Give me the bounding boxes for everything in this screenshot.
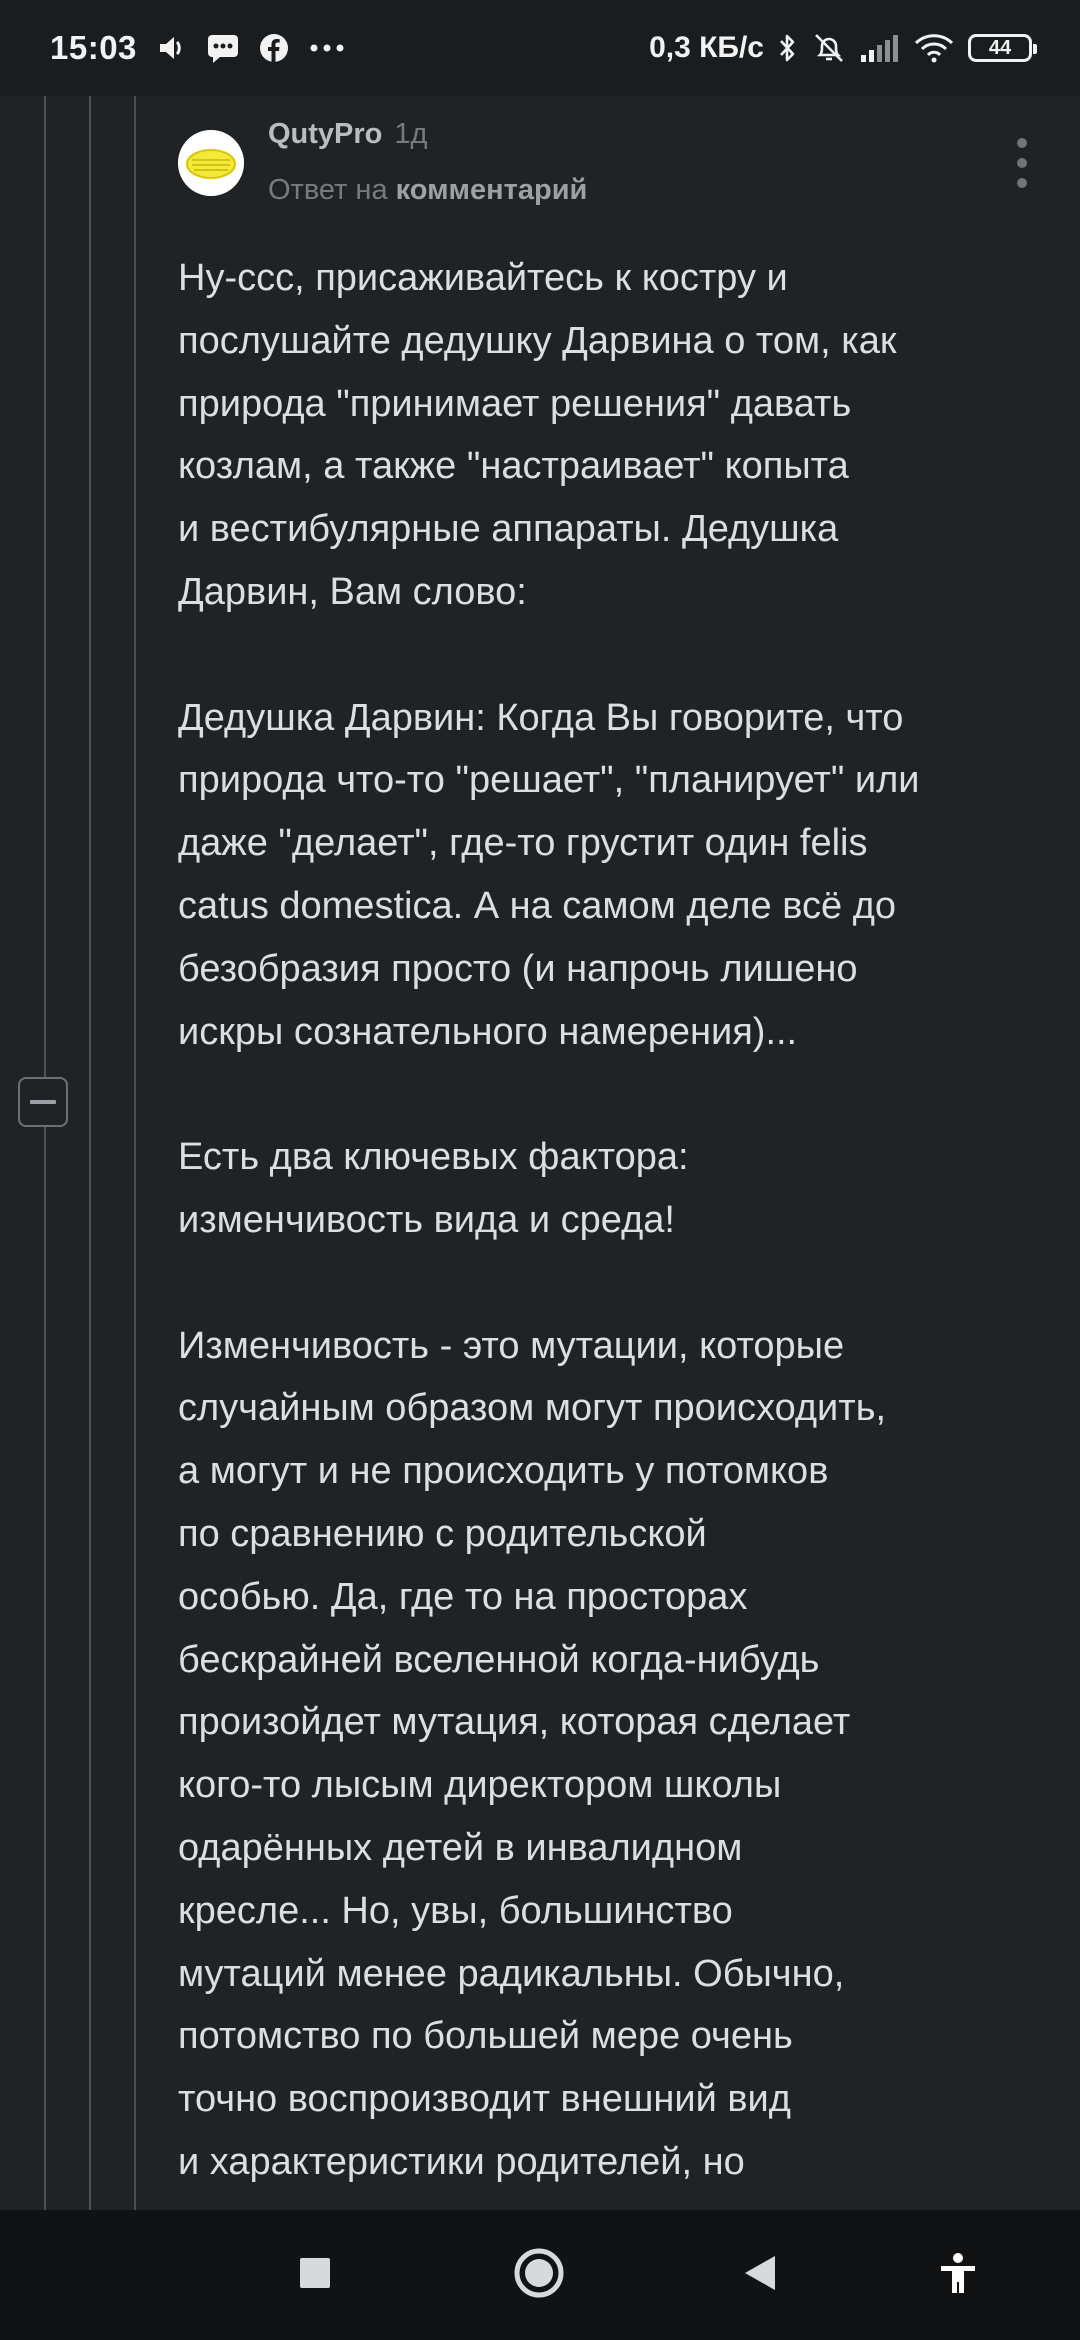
comment-text-line: даже "делает", где-то грустит один felis [178, 822, 868, 865]
comment-text-line: и вестибулярные аппараты. Дедушка [178, 508, 839, 551]
back-triangle-icon [742, 2254, 778, 2297]
comment-paragraph: Изменчивость - это мутации, которые случа… [178, 1315, 1058, 2194]
comment-text-line: кого-то лысым директором школы [178, 1764, 782, 1807]
thread-line[interactable] [89, 96, 91, 2210]
comment-text-line: Дарвин, Вам слово: [178, 570, 527, 613]
comment-paragraph: Ну-ссс, присаживайтесь к костру и послуша… [178, 247, 1058, 624]
battery-level: 44 [988, 36, 1012, 59]
comment-text-line: Изменчивость - это мутации, которые [178, 1324, 845, 1367]
collapse-thread-button[interactable] [18, 1077, 68, 1127]
comment-text-line: искры сознательного намерения)... [178, 1010, 798, 1053]
comment-text-line: козлам, а также "настраивает" копыта [178, 445, 849, 488]
recents-button[interactable] [255, 2210, 375, 2340]
comment-paragraph: Есть два ключевых фактора: изменчивость в… [178, 1126, 1058, 1252]
thread-line[interactable] [134, 96, 136, 2210]
comment-text-line: случайным образом могут происходить, [178, 1387, 887, 1430]
comment-text-line: природа "принимает решения" давать [178, 382, 852, 425]
comment-text-line: природа что-то "решает", "планирует" или [178, 759, 920, 802]
comment-meta: QutyPro 1д [268, 118, 427, 151]
comment-text-line: послушайте дедушку Дарвина о том, как [178, 319, 897, 362]
avatar[interactable] [178, 130, 244, 196]
reply-to: Ответ на комментарий [268, 174, 587, 207]
author-name[interactable]: QutyPro [268, 118, 382, 151]
message-icon [207, 33, 239, 63]
comment-text-line: по сравнению с родительской [178, 1512, 707, 1555]
reply-target-link[interactable]: комментарий [396, 174, 588, 206]
comment-text-line: особью. Да, где то на просторах [178, 1575, 748, 1618]
comment-paragraph: Дедушка Дарвин: Когда Вы говорите, что пр… [178, 687, 1058, 1064]
facebook-icon [259, 33, 289, 63]
comment-text-line: изменчивость вида и среда! [178, 1198, 675, 1241]
accessibility-button[interactable] [898, 2210, 1018, 2340]
volume-icon [157, 33, 187, 63]
minus-icon [30, 1100, 56, 1104]
comment-text-line: catus domestica. А на самом деле всё до [178, 884, 897, 927]
comment-text-line: кресле... Но, увы, большинство [178, 1889, 733, 1932]
wifi-icon [914, 33, 954, 63]
comment-text-line: точно воспроизводит внешний вид [178, 2078, 791, 2121]
comment-text-line: бескрайней вселенной когда-нибудь [178, 1638, 820, 1681]
signal-icon [860, 33, 900, 63]
bluetooth-icon [778, 32, 798, 64]
comment-body: Ну-ссс, присаживайтесь к костру и послуша… [178, 247, 1058, 2194]
comment-text-line: и характеристики родителей, но [178, 2140, 745, 2183]
home-button[interactable] [479, 2210, 599, 2340]
comment-text-line: Есть два ключевых фактора: [178, 1136, 689, 1179]
home-circle-icon [513, 2247, 565, 2304]
status-left: 15:03 [50, 29, 345, 67]
comment-text-line: Дедушка Дарвин: Когда Вы говорите, что [178, 696, 904, 739]
status-time: 15:03 [50, 29, 137, 66]
battery-icon: 44 [968, 34, 1037, 62]
back-button[interactable] [700, 2210, 820, 2340]
more-dot [1017, 158, 1027, 168]
network-speed: 0,3 КБ/с [649, 31, 764, 64]
alarm-off-icon [812, 32, 846, 64]
accessibility-icon [938, 2252, 978, 2299]
more-dot [1017, 138, 1027, 148]
status-bar: 15:03 0,3 КБ/с 44 [0, 0, 1080, 96]
comment-text-line: Ну-ссс, присаживайтесь к костру и [178, 257, 788, 299]
comment-text-line: а могут и не происходить у потомков [178, 1450, 829, 1493]
recents-square-icon [298, 2256, 332, 2295]
status-right: 0,3 КБ/с 44 [649, 31, 1037, 65]
more-notifications-icon [309, 43, 345, 53]
more-options-button[interactable] [1006, 138, 1038, 188]
comment-text-line: произойдет мутация, которая сделает [178, 1701, 851, 1744]
reply-prefix: Ответ на [268, 174, 388, 206]
comment-text-line: мутаций менее радикальны. Обычно, [178, 1952, 845, 1995]
comment-text-line: безобразия просто (и напрочь лишено [178, 947, 858, 990]
thread-line[interactable] [44, 96, 46, 2210]
more-dot [1017, 178, 1027, 188]
comment-text-line: одарённых детей в инвалидном [178, 1826, 743, 1869]
navigation-bar [0, 2210, 1080, 2340]
comment-text-line: потомство по большей мере очень [178, 2015, 793, 2058]
comment-time: 1д [394, 118, 428, 150]
